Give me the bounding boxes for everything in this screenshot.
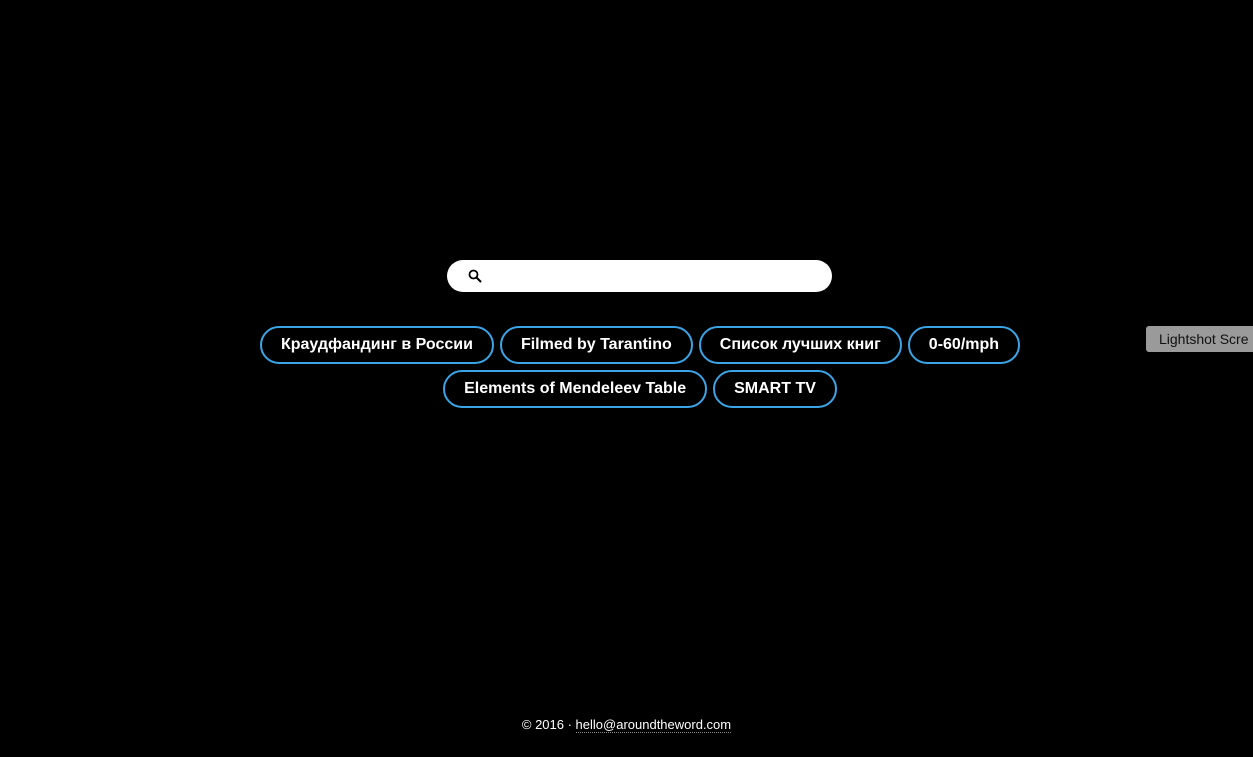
tag-tarantino[interactable]: Filmed by Tarantino <box>499 326 693 364</box>
tag-crowdfunding[interactable]: Краудфандинг в России <box>259 326 494 364</box>
search-icon <box>468 269 482 283</box>
footer-email-link[interactable]: hello@aroundtheword.com <box>575 717 732 733</box>
search-bar[interactable] <box>447 260 832 292</box>
footer-copyright: © 2016 · <box>521 717 576 732</box>
tag-best-books[interactable]: Список лучших книг <box>698 326 902 364</box>
tag-list: Краудфандинг в России Filmed by Tarantin… <box>259 326 1021 408</box>
search-input[interactable] <box>489 260 819 292</box>
lightshot-tab[interactable]: Lightshot Scre <box>1146 326 1253 352</box>
footer: © 2016 · hello@aroundtheword.com <box>0 716 1253 734</box>
page: Краудфандинг в России Filmed by Tarantin… <box>0 0 1253 757</box>
tag-smart-tv[interactable]: SMART TV <box>713 370 837 408</box>
tag-0-60-mph[interactable]: 0-60/mph <box>907 326 1021 364</box>
tag-mendeleev[interactable]: Elements of Mendeleev Table <box>443 370 708 408</box>
